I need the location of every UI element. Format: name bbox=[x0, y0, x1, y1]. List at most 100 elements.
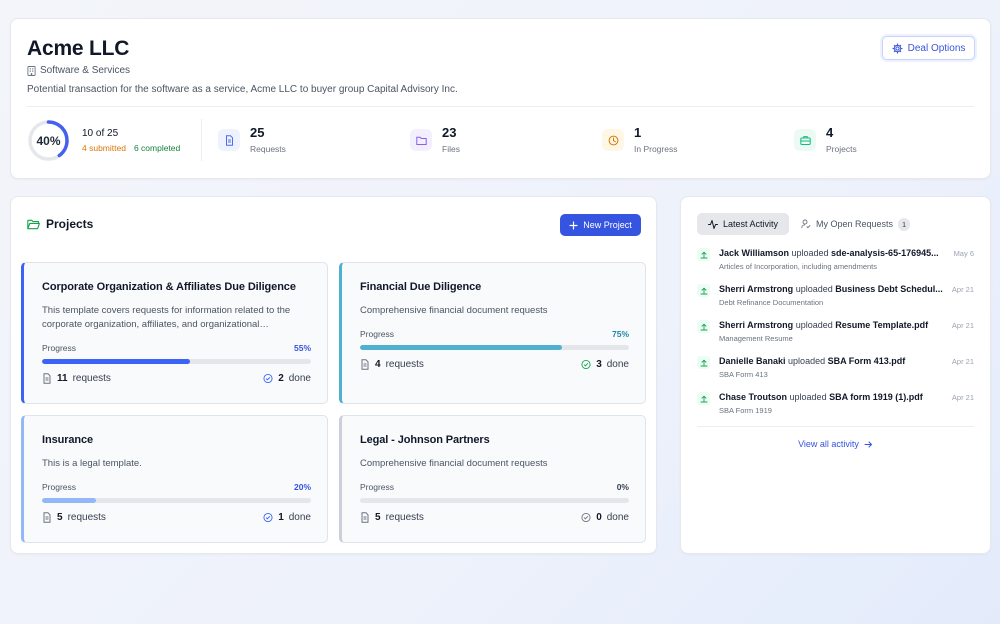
activity-item[interactable]: Sherri Armstrong uploaded Resume Templat… bbox=[697, 320, 974, 350]
activity-subtitle: SBA Form 1919 bbox=[719, 406, 772, 415]
document-icon bbox=[225, 134, 233, 146]
requests-label: requests bbox=[385, 512, 424, 523]
project-card[interactable]: Insurance This is a legal template. Prog… bbox=[21, 415, 328, 543]
stat-value: 1 bbox=[634, 125, 642, 140]
check-circle-icon bbox=[581, 512, 591, 523]
document-icon bbox=[43, 373, 51, 384]
activity-item[interactable]: Chase Troutson uploaded SBA form 1919 (1… bbox=[697, 392, 974, 422]
upload-icon bbox=[697, 356, 710, 369]
deal-options-label: Deal Options bbox=[907, 42, 966, 54]
project-name: Financial Due Diligence bbox=[360, 281, 482, 293]
completion-summary: 10 of 25 4 submitted 6 completed bbox=[82, 128, 180, 153]
activity-user: Chase Troutson bbox=[719, 392, 788, 402]
activity-action: uploaded bbox=[795, 284, 833, 294]
activity-text: Jack Williamson uploaded sde-analysis-65… bbox=[719, 248, 947, 258]
activity-action: uploaded bbox=[789, 392, 827, 402]
tab-latest-label: Latest Activity bbox=[722, 219, 779, 229]
done-count: 0 bbox=[596, 512, 602, 523]
submitted-count: 4 submitted bbox=[82, 143, 126, 153]
industry-label: Software & Services bbox=[40, 65, 131, 76]
new-project-button[interactable]: New Project bbox=[560, 214, 641, 236]
done-label: done bbox=[606, 359, 629, 370]
done-count: 3 bbox=[596, 359, 602, 370]
project-footer: 5 requests 1 done bbox=[42, 512, 311, 523]
completion-ring: 40% bbox=[27, 119, 70, 162]
project-card[interactable]: Corporate Organization & Affiliates Due … bbox=[21, 262, 328, 404]
progress-percent: 55% bbox=[293, 343, 311, 353]
project-description: This template covers requests for inform… bbox=[42, 305, 291, 330]
stat-icon-box bbox=[794, 129, 816, 151]
completed-count: 6 completed bbox=[133, 143, 181, 153]
completion-percent: 40% bbox=[36, 133, 61, 148]
deal-header-card: Acme LLC Software & Services Potential t… bbox=[10, 18, 991, 179]
activity-text: Sherri Armstrong uploaded Resume Templat… bbox=[719, 320, 947, 330]
deal-description: Potential transaction for the software a… bbox=[27, 84, 458, 95]
activity-user: Jack Williamson bbox=[719, 248, 789, 258]
document-icon bbox=[361, 359, 369, 370]
folder-icon bbox=[415, 136, 427, 145]
new-project-label: New Project bbox=[583, 220, 632, 230]
tab-my-open-requests[interactable]: My Open Requests 1 bbox=[801, 213, 911, 235]
tab-latest-activity[interactable]: Latest Activity bbox=[697, 213, 789, 235]
activity-item[interactable]: Danielle Banaki uploaded SBA Form 413.pd… bbox=[697, 356, 974, 386]
project-name: Insurance bbox=[42, 434, 94, 446]
project-card[interactable]: Financial Due Diligence Comprehensive fi… bbox=[339, 262, 646, 404]
progress-label: Progress bbox=[360, 329, 395, 339]
progress-label: Progress bbox=[42, 482, 77, 492]
activity-date: May 6 bbox=[953, 249, 974, 258]
done-count: 2 bbox=[278, 373, 284, 384]
stat-value: 23 bbox=[442, 125, 457, 140]
stat-label: Projects bbox=[826, 144, 857, 154]
stat-label: Requests bbox=[250, 144, 286, 154]
projects-card: Projects New Project Corporate Organizat… bbox=[10, 196, 657, 554]
activity-file: Resume Template.pdf bbox=[835, 320, 929, 330]
stat-projects: 4 Projects bbox=[794, 125, 857, 154]
progress-percent: 75% bbox=[611, 329, 629, 339]
industry-line: Software & Services bbox=[27, 65, 130, 76]
activity-subtitle: SBA Form 413 bbox=[719, 370, 768, 379]
activity-date: Apr 21 bbox=[951, 285, 974, 294]
activity-text: Sherri Armstrong uploaded Business Debt … bbox=[719, 284, 947, 294]
progress-percent: 0% bbox=[616, 482, 629, 492]
briefcase-icon bbox=[799, 135, 811, 145]
clock-icon bbox=[608, 135, 618, 145]
stat-files: 23 Files bbox=[410, 125, 460, 154]
activity-file: SBA Form 413.pdf bbox=[827, 356, 906, 366]
building-icon bbox=[27, 65, 36, 76]
stat-in-progress: 1 In Progress bbox=[602, 125, 677, 154]
stat-value: 25 bbox=[250, 125, 265, 140]
header-divider bbox=[27, 106, 974, 107]
activity-item[interactable]: Sherri Armstrong uploaded Business Debt … bbox=[697, 284, 974, 314]
progress-bar bbox=[42, 359, 311, 364]
progress-bar bbox=[42, 498, 311, 503]
activity-subtitle: Management Resume bbox=[719, 334, 793, 343]
project-footer: 5 requests 0 done bbox=[360, 512, 629, 523]
project-name: Corporate Organization & Affiliates Due … bbox=[42, 281, 296, 293]
requests-count: 5 bbox=[375, 512, 381, 523]
activity-card: Latest Activity My Open Requests 1 Jack … bbox=[680, 196, 991, 554]
requests-count: 5 bbox=[57, 512, 63, 523]
upload-icon bbox=[697, 284, 710, 297]
stat-label: In Progress bbox=[634, 144, 678, 154]
plus-icon bbox=[569, 220, 578, 230]
activity-text: Danielle Banaki uploaded SBA Form 413.pd… bbox=[719, 356, 947, 366]
activity-user: Sherri Armstrong bbox=[719, 320, 794, 330]
view-all-activity-link[interactable]: View all activity bbox=[681, 439, 990, 449]
project-footer: 11 requests 2 done bbox=[42, 373, 311, 384]
activity-item[interactable]: Jack Williamson uploaded sde-analysis-65… bbox=[697, 248, 974, 278]
deal-options-button[interactable]: Deal Options bbox=[882, 36, 975, 60]
activity-user: Sherri Armstrong bbox=[719, 284, 794, 294]
progress-bar bbox=[360, 498, 629, 503]
document-icon bbox=[361, 512, 369, 523]
activity-file: SBA form 1919 (1).pdf bbox=[829, 392, 923, 402]
upload-icon bbox=[697, 392, 710, 405]
document-icon bbox=[43, 512, 51, 523]
activity-date: Apr 21 bbox=[951, 357, 974, 366]
activity-date: Apr 21 bbox=[951, 321, 974, 330]
activity-subtitle: Debt Refinance Documentation bbox=[719, 298, 824, 307]
progress-fill bbox=[42, 359, 190, 364]
done-label: done bbox=[288, 373, 311, 384]
stat-requests: 25 Requests bbox=[218, 125, 286, 154]
project-card[interactable]: Legal - Johnson Partners Comprehensive f… bbox=[339, 415, 646, 543]
completion-count: 10 of 25 bbox=[82, 128, 119, 139]
